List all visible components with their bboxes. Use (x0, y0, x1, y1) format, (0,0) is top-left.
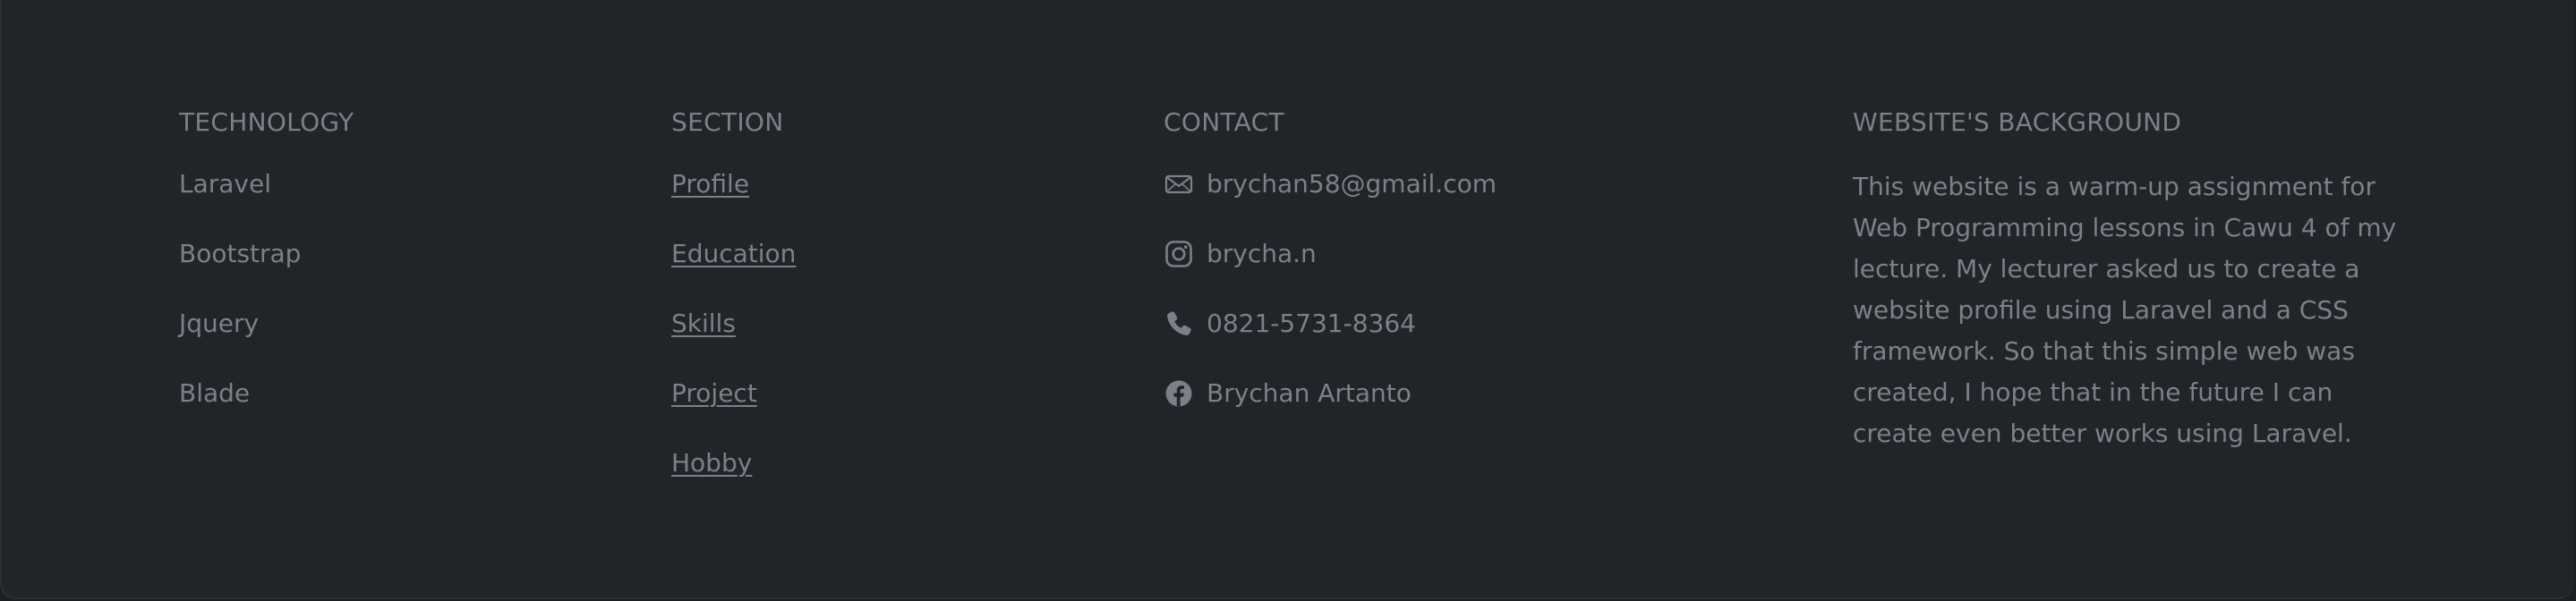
skills-link[interactable]: Skills (671, 309, 736, 338)
technology-list: Laravel Bootstrap Jquery Blade (179, 166, 644, 411)
instagram-icon (1164, 239, 1194, 269)
site-footer: TECHNOLOGY Laravel Bootstrap Jquery Blad… (0, 0, 2574, 599)
project-link[interactable]: Project (671, 378, 757, 408)
contact-instagram: brycha.n (1164, 236, 1808, 272)
section-list: Profile Education Skills Project Hobby (671, 166, 1137, 481)
contact-facebook: Brychan Artanto (1164, 376, 1808, 411)
background-heading: WEBSITE'S BACKGROUND (1853, 107, 2182, 137)
contact-email: brychan58@gmail.com (1164, 166, 1808, 202)
instagram-text: brycha.n (1207, 239, 1317, 268)
facebook-text: Brychan Artanto (1207, 378, 1412, 408)
section-heading: SECTION (671, 107, 784, 137)
technology-item: Blade (179, 378, 251, 408)
facebook-icon (1164, 378, 1194, 409)
email-text: brychan58@gmail.com (1207, 169, 1497, 199)
education-link[interactable]: Education (671, 239, 796, 268)
section-list-item: Project (671, 376, 1137, 411)
background-column: WEBSITE'S BACKGROUND This website is a w… (1853, 106, 2417, 454)
section-list-item: Skills (671, 306, 1137, 342)
technology-item: Jquery (179, 309, 260, 338)
background-description: This website is a warm-up assignment for… (1853, 172, 2397, 448)
envelope-icon (1164, 169, 1194, 199)
contact-heading: CONTACT (1164, 107, 1284, 137)
section-column: SECTION Profile Education Skills Project… (671, 106, 1137, 515)
technology-item: Bootstrap (179, 239, 302, 268)
contact-list: brychan58@gmail.com brycha.n 0821-5731-8… (1164, 166, 1808, 411)
technology-column: TECHNOLOGY Laravel Bootstrap Jquery Blad… (179, 106, 644, 445)
section-list-item: Education (671, 236, 1137, 272)
section-list-item: Profile (671, 166, 1137, 202)
contact-phone: 0821-5731-8364 (1164, 306, 1808, 342)
hobby-link[interactable]: Hobby (671, 448, 752, 478)
technology-item: Laravel (179, 169, 272, 199)
phone-icon (1164, 309, 1194, 339)
contact-column: CONTACT brychan58@gmail.com brycha.n 082… (1164, 106, 1808, 445)
section-list-item: Hobby (671, 445, 1137, 481)
technology-heading: TECHNOLOGY (179, 107, 354, 137)
profile-link[interactable]: Profile (671, 169, 749, 199)
phone-text: 0821-5731-8364 (1207, 309, 1416, 338)
